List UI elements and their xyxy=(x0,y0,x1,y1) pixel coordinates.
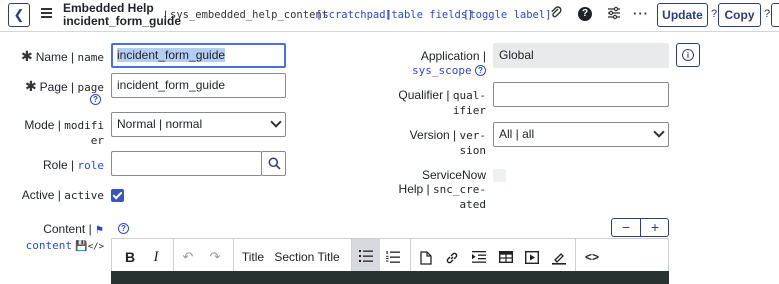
servicenow-help-label: ServiceNow Help | snc_cre- ated xyxy=(398,168,486,211)
application-label: Application | sys_scope ? xyxy=(412,49,486,77)
italic-button[interactable]: I xyxy=(146,245,166,269)
table-fields-link[interactable]: [table fields] xyxy=(385,9,474,21)
indent-button[interactable] xyxy=(469,245,489,269)
highlighter-icon xyxy=(552,253,566,265)
insert-document-button[interactable] xyxy=(416,245,436,269)
editor-content-area[interactable] xyxy=(111,271,669,284)
source-code-button[interactable]: <> xyxy=(581,245,603,269)
update-help-mark: ? xyxy=(711,8,718,20)
role-lookup-button[interactable] xyxy=(261,151,286,176)
overflow-button[interactable] xyxy=(771,3,779,27)
section-title-format-button[interactable]: Section Title xyxy=(274,245,340,269)
copy-button[interactable]: Copy xyxy=(718,3,761,27)
update-button[interactable]: Update xyxy=(657,3,708,27)
redo-icon: ↷ xyxy=(209,249,221,264)
search-icon xyxy=(268,157,281,170)
chevron-down-icon xyxy=(270,116,282,128)
code-view-icon[interactable]: </> xyxy=(88,242,104,252)
bullet-list-button[interactable] xyxy=(352,239,380,274)
bullet-list-icon xyxy=(359,250,373,262)
undo-icon: ↶ xyxy=(182,249,194,264)
back-button[interactable]: ❮ xyxy=(8,3,30,27)
bold-button[interactable]: B xyxy=(120,245,140,269)
name-input[interactable]: incident_form_guide xyxy=(111,43,286,68)
editor-toolbar: B I ↶ ↷ Title Section Title <> xyxy=(111,238,669,274)
link-icon xyxy=(446,252,458,264)
required-asterisk-icon: ✱ xyxy=(24,78,37,94)
required-asterisk-icon: ✱ xyxy=(20,48,33,64)
application-field: Global xyxy=(493,43,669,68)
servicenow-help-checkbox xyxy=(493,169,506,182)
help-question-icon[interactable]: ? xyxy=(118,223,129,234)
page-input[interactable]: incident_form_guide xyxy=(111,73,286,98)
chevron-down-icon xyxy=(653,126,665,138)
qualifier-label: Qualifier | qual-ifier xyxy=(398,88,486,117)
numbered-list-button[interactable] xyxy=(382,245,404,269)
document-icon xyxy=(420,251,432,265)
title-format-button[interactable]: Title xyxy=(239,245,267,269)
mode-label: Mode | modifi er xyxy=(24,118,104,147)
qualifier-input[interactable] xyxy=(493,82,669,107)
title-separator: | xyxy=(164,8,168,22)
role-label: Role | role xyxy=(43,158,104,172)
save-icon[interactable]: 💾 xyxy=(75,241,87,252)
toggle-label-link[interactable]: [toggle label] xyxy=(463,9,552,21)
mode-select[interactable]: Normal | normal xyxy=(111,112,286,137)
grow-editor-button[interactable]: + xyxy=(641,219,669,236)
copy-help-mark: ? xyxy=(764,8,771,20)
undo-button[interactable]: ↶ xyxy=(178,245,198,269)
table-icon xyxy=(498,250,514,264)
table-name: sys_embedded_help_content xyxy=(170,9,329,21)
more-options-icon[interactable]: ··· xyxy=(633,6,649,22)
role-input[interactable] xyxy=(111,151,262,176)
hamburger-menu-icon[interactable] xyxy=(41,8,52,20)
video-icon xyxy=(524,250,540,265)
paperclip-icon[interactable] xyxy=(548,6,564,22)
minus-icon: − xyxy=(621,219,631,235)
settings-sliders-icon[interactable] xyxy=(606,6,622,22)
insert-table-button[interactable] xyxy=(495,245,517,269)
version-label: Version | ver-sion xyxy=(409,128,486,157)
application-info-button[interactable]: i xyxy=(676,43,700,67)
highlight-button[interactable] xyxy=(549,245,569,269)
editor-resize-controls: − + xyxy=(611,218,669,237)
chevron-left-icon: ❮ xyxy=(13,7,25,22)
plus-icon: + xyxy=(650,219,660,235)
scratchpad-link[interactable]: [scratchpad] xyxy=(316,9,392,21)
form-header: ❮ Embedded Help incident_form_guide | sy… xyxy=(0,0,779,32)
indent-icon xyxy=(472,251,486,263)
insert-video-button[interactable] xyxy=(522,245,542,269)
flag-icon: ⚑ xyxy=(95,225,104,236)
numbered-list-icon xyxy=(386,251,400,263)
help-question-icon[interactable]: ? xyxy=(90,94,101,105)
name-label: ✱ Name | name xyxy=(20,48,104,64)
active-label: Active | active xyxy=(21,188,104,202)
version-select[interactable]: All | all xyxy=(493,122,669,147)
info-icon: i xyxy=(682,49,694,61)
insert-link-button[interactable] xyxy=(442,245,462,269)
page-label: ✱ Page | page xyxy=(24,78,104,94)
active-checkbox[interactable] xyxy=(111,189,124,202)
help-question-icon[interactable]: ? xyxy=(475,65,486,77)
content-label: Content | ⚑ content 💾</> xyxy=(25,222,104,252)
help-icon[interactable]: ? xyxy=(578,7,592,21)
shrink-editor-button[interactable]: − xyxy=(612,219,641,236)
redo-button[interactable]: ↷ xyxy=(205,245,225,269)
